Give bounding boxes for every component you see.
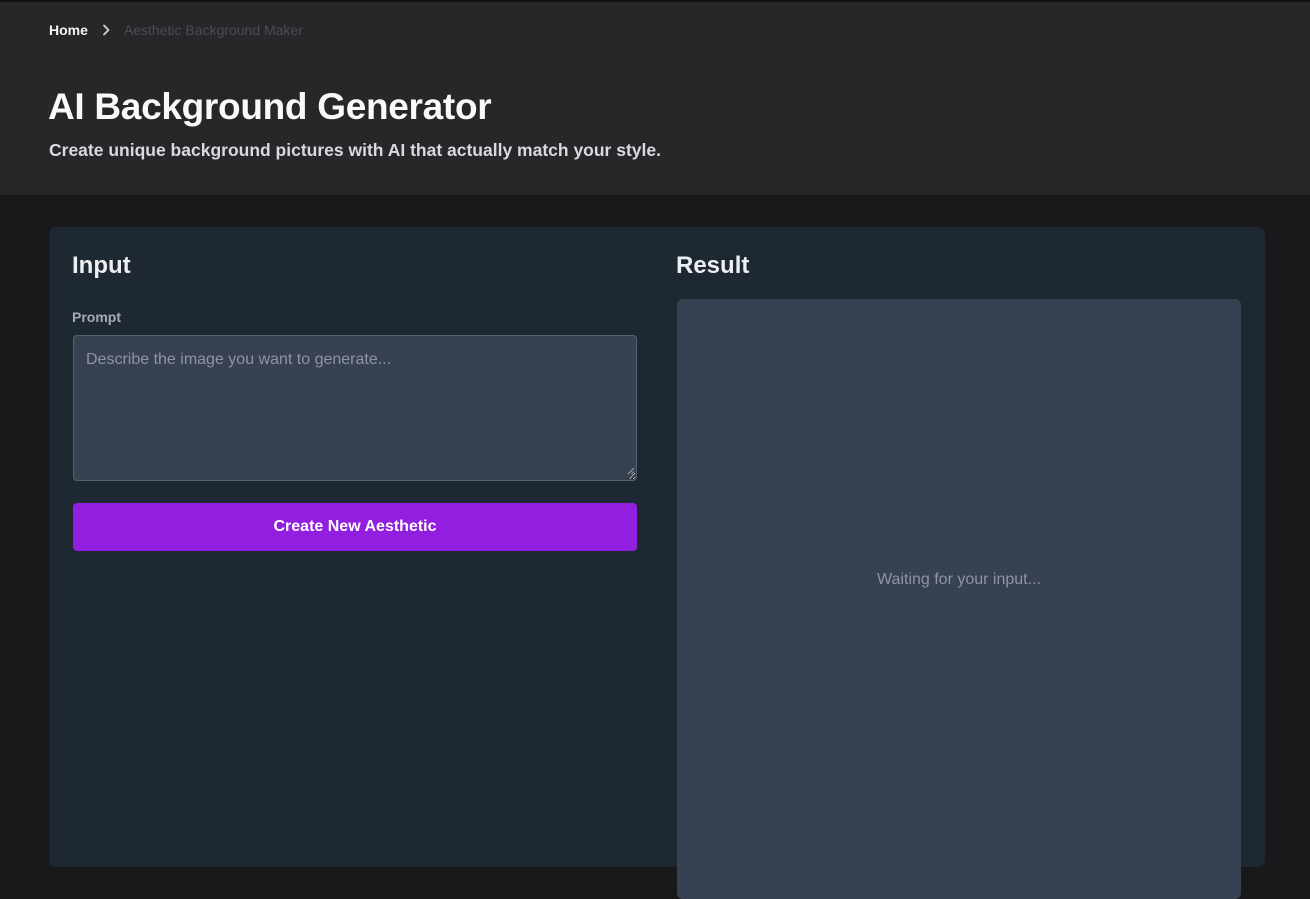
page-title: AI Background Generator (48, 86, 492, 127)
page-header: Home Aesthetic Background Maker AI Backg… (0, 2, 1310, 195)
chevron-right-icon (88, 24, 124, 36)
create-aesthetic-button[interactable]: Create New Aesthetic (73, 503, 637, 551)
result-preview: Waiting for your input... (677, 299, 1241, 899)
result-placeholder: Waiting for your input... (877, 571, 1041, 588)
page-subtitle: Create unique background pictures with A… (49, 140, 661, 160)
breadcrumb-current: Aesthetic Background Maker (123, 22, 303, 38)
breadcrumb: Home Aesthetic Background Maker (49, 21, 303, 39)
input-heading: Input (72, 252, 131, 279)
breadcrumb-home-link[interactable]: Home (49, 22, 88, 38)
prompt-label: Prompt (72, 309, 121, 325)
result-heading: Result (676, 252, 750, 279)
generator-panel: Input Prompt Create New Aesthetic Result… (49, 227, 1265, 899)
prompt-input[interactable] (73, 335, 637, 481)
